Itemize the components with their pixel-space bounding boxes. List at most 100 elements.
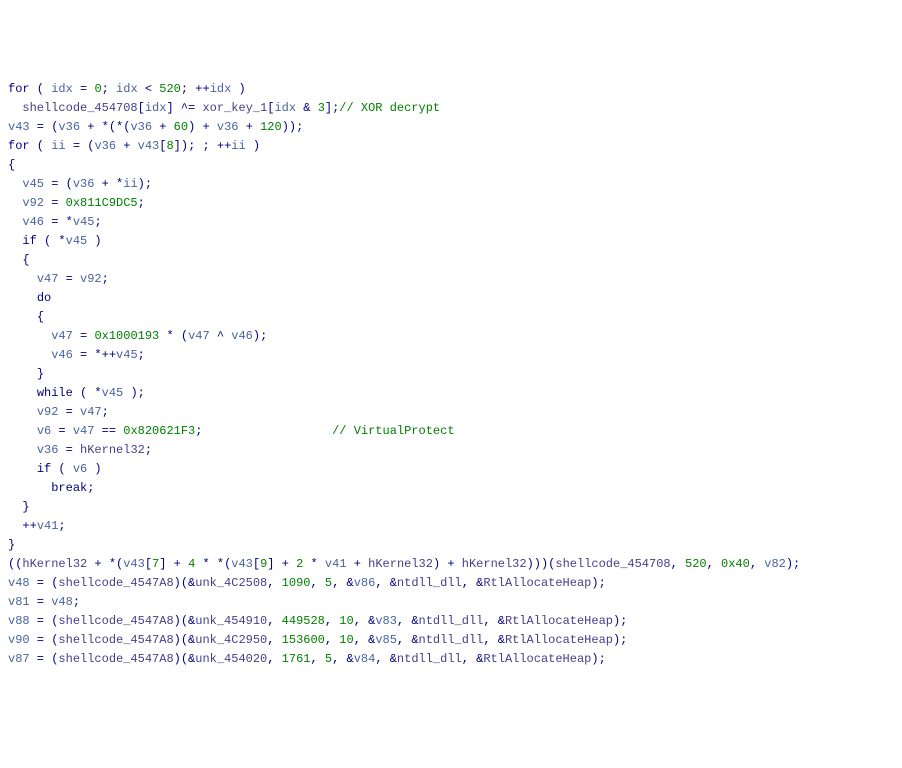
token-var: v90	[8, 633, 30, 647]
token-var: v46	[51, 348, 73, 362]
token-var: v92	[22, 196, 44, 210]
token-num: 153600	[282, 633, 325, 647]
code-line[interactable]: v46 = *++v45;	[8, 346, 894, 365]
token-op: (	[51, 462, 73, 476]
token-op: ,	[267, 614, 281, 628]
token-op: ;	[94, 215, 101, 229]
token-op: , &	[332, 652, 354, 666]
code-line[interactable]: v47 = 0x1000193 * (v47 ^ v46);	[8, 327, 894, 346]
token-op: ] +	[267, 557, 296, 571]
token-func: shellcode_4547A8	[58, 614, 173, 628]
token-num: 5	[325, 652, 332, 666]
token-op: ,	[310, 652, 324, 666]
token-op: =	[58, 272, 80, 286]
token-var: v45	[73, 215, 95, 229]
code-line[interactable]: {	[8, 156, 894, 175]
token-op: *	[303, 557, 325, 571]
token-op: ( *	[73, 386, 102, 400]
token-op: )(&	[174, 576, 196, 590]
token-var: v84	[354, 652, 376, 666]
token-num: 120	[260, 120, 282, 134]
code-line[interactable]: v92 = 0x811C9DC5;	[8, 194, 894, 213]
code-line[interactable]: v6 = v47 == 0x820621F3; // VirtualProtec…	[8, 422, 894, 441]
code-line[interactable]: v81 = v48;	[8, 593, 894, 612]
code-line[interactable]: break;	[8, 479, 894, 498]
token-func: shellcode_4547A8	[58, 576, 173, 590]
code-line[interactable]: v36 = hKernel32;	[8, 441, 894, 460]
token-op: {	[8, 158, 15, 172]
token-op: ;	[138, 348, 145, 362]
code-line[interactable]: v47 = v92;	[8, 270, 894, 289]
token-op: = (	[44, 177, 73, 191]
code-line[interactable]: ++v41;	[8, 517, 894, 536]
token-var: v43	[123, 557, 145, 571]
token-var: v48	[8, 576, 30, 590]
token-op: , &	[397, 633, 419, 647]
token-var: v41	[37, 519, 59, 533]
token-num: 5	[325, 576, 332, 590]
token-var: v45	[102, 386, 124, 400]
code-line[interactable]: if ( *v45 )	[8, 232, 894, 251]
token-op: =	[30, 595, 52, 609]
code-line[interactable]: v43 = (v36 + *(*(v36 + 60) + v36 + 120))…	[8, 118, 894, 137]
token-func: RtlAllocateHeap	[483, 576, 591, 590]
token-var: v46	[22, 215, 44, 229]
code-line[interactable]: ((hKernel32 + *(v43[7] + 4 * *(v43[9] + …	[8, 555, 894, 574]
code-line[interactable]: v45 = (v36 + *ii);	[8, 175, 894, 194]
token-op: <	[138, 82, 160, 96]
code-line[interactable]: {	[8, 251, 894, 270]
token-var: v83	[375, 614, 397, 628]
token-var: v6	[73, 462, 87, 476]
token-func: RtlAllocateHeap	[483, 652, 591, 666]
token-var: v46	[231, 329, 253, 343]
code-line[interactable]: for ( ii = (v36 + v43[8]); ; ++ii )	[8, 137, 894, 156]
token-var: v36	[58, 120, 80, 134]
code-line[interactable]: }	[8, 536, 894, 555]
code-line[interactable]: v88 = (shellcode_4547A8)(&unk_454910, 44…	[8, 612, 894, 631]
token-op: ;	[58, 519, 65, 533]
code-line[interactable]: v48 = (shellcode_4547A8)(&unk_4C2508, 10…	[8, 574, 894, 593]
token-var: v36	[73, 177, 95, 191]
code-line[interactable]: v92 = v47;	[8, 403, 894, 422]
token-kw: for	[8, 139, 30, 153]
token-op: ((	[8, 557, 22, 571]
code-line[interactable]: }	[8, 365, 894, 384]
code-line[interactable]: v87 = (shellcode_4547A8)(&unk_454020, 17…	[8, 650, 894, 669]
code-line[interactable]: if ( v6 )	[8, 460, 894, 479]
token-op: +	[152, 120, 174, 134]
code-line[interactable]: {	[8, 308, 894, 327]
token-var: v45	[116, 348, 138, 362]
token-var: v36	[37, 443, 59, 457]
token-num: 520	[685, 557, 707, 571]
code-line[interactable]: v46 = *v45;	[8, 213, 894, 232]
token-op: * *(	[195, 557, 231, 571]
code-line[interactable]: v90 = (shellcode_4547A8)(&unk_4C2950, 15…	[8, 631, 894, 650]
token-op: = (	[30, 576, 59, 590]
token-var: ii	[51, 139, 65, 153]
code-line[interactable]: }	[8, 498, 894, 517]
code-line[interactable]: do	[8, 289, 894, 308]
token-op: (	[30, 82, 52, 96]
token-op: , &	[354, 614, 376, 628]
token-var: idx	[145, 101, 167, 115]
token-var: v47	[51, 329, 73, 343]
token-func: xor_key_1	[202, 101, 267, 115]
token-num: 1090	[282, 576, 311, 590]
token-op: = (	[30, 120, 59, 134]
token-num: 0x1000193	[94, 329, 159, 343]
decompiler-code-view[interactable]: for ( idx = 0; idx < 520; ++idx ) shellc…	[8, 80, 894, 669]
token-op: )))(	[527, 557, 556, 571]
token-op: );	[613, 633, 627, 647]
token-func: hKernel32	[80, 443, 145, 457]
code-line[interactable]: while ( *v45 );	[8, 384, 894, 403]
token-op: ;	[145, 443, 152, 457]
code-line[interactable]: shellcode_454708[idx] ^= xor_key_1[idx &…	[8, 99, 894, 118]
token-kw: if	[37, 462, 51, 476]
token-op: ^	[210, 329, 232, 343]
token-op: ; ++	[181, 82, 210, 96]
code-line[interactable]: for ( idx = 0; idx < 520; ++idx )	[8, 80, 894, 99]
token-var: v92	[80, 272, 102, 286]
token-var: v36	[217, 120, 239, 134]
token-func: unk_454020	[195, 652, 267, 666]
token-var: ii	[123, 177, 137, 191]
